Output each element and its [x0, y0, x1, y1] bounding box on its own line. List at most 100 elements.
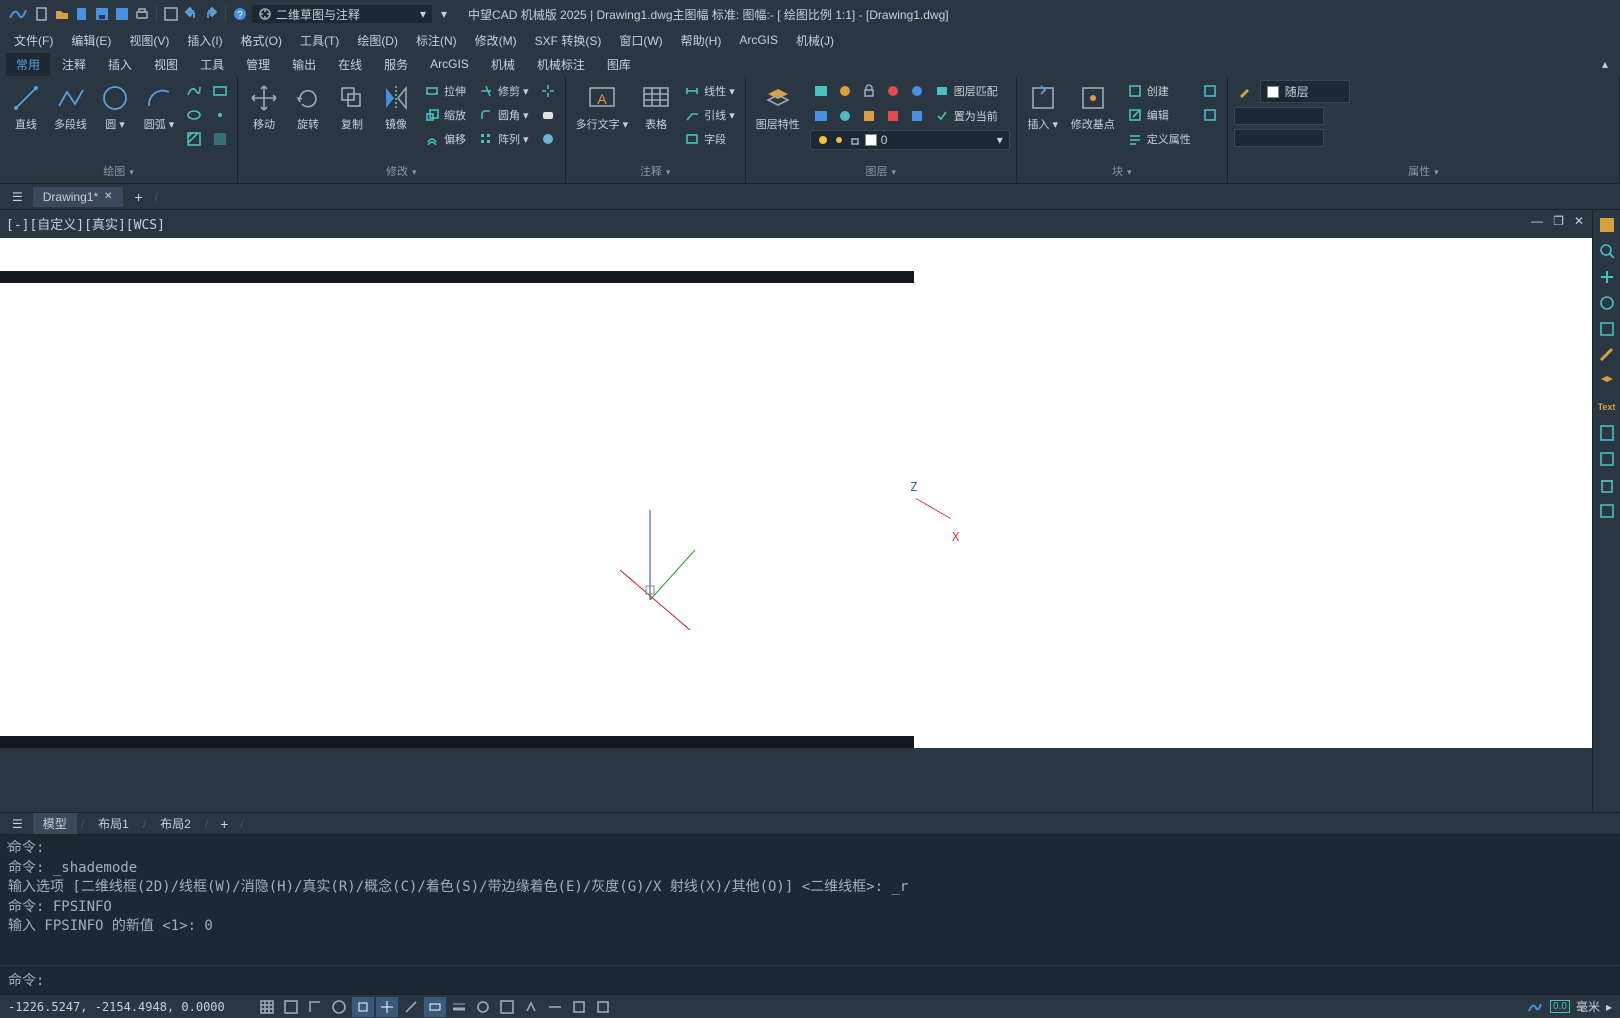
- btn-spline[interactable]: [183, 80, 205, 102]
- view-controls[interactable]: [-][自定义][真实][WCS]: [6, 214, 165, 233]
- redo-icon[interactable]: [203, 6, 219, 22]
- btn-circle[interactable]: 圆 ▾: [95, 80, 135, 134]
- drawing-canvas[interactable]: Z X: [0, 210, 1592, 812]
- doc-menu-icon[interactable]: ☰: [6, 188, 29, 206]
- btn-polyline[interactable]: 多段线: [50, 80, 91, 134]
- ribbon-tab-output[interactable]: 输出: [282, 53, 326, 76]
- panel-annotate-title[interactable]: 注释▾: [572, 161, 739, 181]
- status-coords[interactable]: -1226.5247, -2154.4948, 0.0000: [8, 1000, 248, 1014]
- color-combo[interactable]: 随层: [1260, 80, 1350, 103]
- menu-insert[interactable]: 插入(I): [179, 30, 230, 51]
- ribbon-tab-insert[interactable]: 插入: [98, 53, 142, 76]
- btn-field[interactable]: 字段: [680, 128, 739, 150]
- rp-sheet-icon[interactable]: [1596, 422, 1618, 444]
- ribbon-tab-mechdim[interactable]: 机械标注: [527, 53, 595, 76]
- layout-tab-2[interactable]: 布局2: [150, 813, 201, 834]
- btn-block-insert[interactable]: 插入 ▾: [1023, 80, 1063, 134]
- btn-block-edit[interactable]: 编辑: [1123, 104, 1195, 126]
- viewport-min-icon[interactable]: —: [1531, 214, 1543, 228]
- menu-mech[interactable]: 机械(J): [788, 30, 842, 51]
- layout-tab-model[interactable]: 模型: [33, 813, 77, 834]
- panel-properties-title[interactable]: 属性▾: [1234, 161, 1613, 181]
- btn-scale[interactable]: 缩放: [420, 104, 470, 126]
- btn-layer-props[interactable]: 图层特性: [752, 80, 804, 150]
- layer-i5-icon[interactable]: [906, 105, 928, 127]
- btn-offset[interactable]: 偏移: [420, 128, 470, 150]
- menu-view[interactable]: 视图(V): [121, 30, 177, 51]
- panel-modify-title[interactable]: 修改▾: [244, 161, 559, 181]
- sb-ducs-icon[interactable]: [400, 997, 422, 1017]
- command-input[interactable]: [50, 972, 1612, 988]
- sb-cycle-icon[interactable]: [472, 997, 494, 1017]
- btn-mtext[interactable]: A多行文字 ▾: [572, 80, 633, 134]
- status-units[interactable]: 毫米: [1576, 998, 1600, 1015]
- ribbon-tab-tools[interactable]: 工具: [190, 53, 234, 76]
- lineweight-combo[interactable]: [1234, 129, 1324, 147]
- rp-layers-icon[interactable]: [1596, 370, 1618, 392]
- rp-trash-icon[interactable]: [1596, 474, 1618, 496]
- menu-format[interactable]: 格式(O): [233, 30, 290, 51]
- layer-i1-icon[interactable]: [810, 105, 832, 127]
- block-extra1-icon[interactable]: [1199, 80, 1221, 102]
- print-icon[interactable]: [134, 6, 150, 22]
- layer-i2-icon[interactable]: [834, 105, 856, 127]
- sb-osnap-icon[interactable]: [352, 997, 374, 1017]
- btn-arc[interactable]: 圆弧 ▾: [139, 80, 179, 134]
- layer-off-icon[interactable]: [882, 80, 904, 102]
- sb-model-icon[interactable]: [496, 997, 518, 1017]
- btn-layer-match[interactable]: 图层匹配: [930, 80, 1002, 102]
- btn-ball[interactable]: [537, 128, 559, 150]
- cmd-close-icon[interactable]: ✕: [6, 837, 14, 853]
- open-icon[interactable]: [54, 6, 70, 22]
- btn-mirror[interactable]: 镜像: [376, 80, 416, 134]
- workspace-menu-icon[interactable]: ▾: [436, 6, 452, 22]
- sb-lwt-icon[interactable]: [448, 997, 470, 1017]
- linetype-combo[interactable]: [1234, 107, 1324, 125]
- sb-grid-icon[interactable]: [256, 997, 278, 1017]
- btn-region[interactable]: [209, 128, 231, 150]
- btn-explode[interactable]: [537, 80, 559, 102]
- btn-block-base[interactable]: 修改基点: [1067, 80, 1119, 134]
- layer-on-icon[interactable]: [906, 80, 928, 102]
- sb-ann1-icon[interactable]: [520, 997, 542, 1017]
- layer-i3-icon[interactable]: [858, 105, 880, 127]
- btn-erase[interactable]: [537, 104, 559, 126]
- help-icon[interactable]: ?: [232, 6, 248, 22]
- sb-polar-icon[interactable]: [328, 997, 350, 1017]
- btn-leader[interactable]: 引线 ▾: [680, 104, 739, 126]
- btn-stretch[interactable]: 拉伸: [420, 80, 470, 102]
- ribbon-tab-lib[interactable]: 图库: [597, 53, 641, 76]
- layer-lock-icon[interactable]: [858, 80, 880, 102]
- ribbon-tab-service[interactable]: 服务: [374, 53, 418, 76]
- menu-help[interactable]: 帮助(H): [673, 30, 730, 51]
- btn-table[interactable]: 表格: [636, 80, 676, 134]
- command-history[interactable]: 命令: 命令: _shademode 输入选项 [二维线框(2D)/线框(W)/…: [0, 835, 1620, 965]
- menu-file[interactable]: 文件(F): [6, 30, 61, 51]
- rp-palette-icon[interactable]: [1596, 214, 1618, 236]
- new-doc-icon[interactable]: [74, 6, 90, 22]
- menu-draw[interactable]: 绘图(D): [349, 30, 406, 51]
- rp-props-icon[interactable]: [1596, 500, 1618, 522]
- rp-search-icon[interactable]: [1596, 240, 1618, 262]
- add-tab-icon[interactable]: +: [127, 187, 151, 207]
- btn-rect[interactable]: [209, 80, 231, 102]
- btn-layer-current[interactable]: 置为当前: [930, 105, 1002, 127]
- layout-menu-icon[interactable]: ☰: [6, 815, 29, 833]
- btn-array[interactable]: 阵列 ▾: [474, 128, 533, 150]
- menu-arcgis[interactable]: ArcGIS: [731, 31, 786, 49]
- block-extra2-icon[interactable]: [1199, 104, 1221, 126]
- workspace-input[interactable]: [276, 7, 416, 21]
- ribbon-tab-mech[interactable]: 机械: [481, 53, 525, 76]
- ribbon-tab-manage[interactable]: 管理: [236, 53, 280, 76]
- ribbon-tab-online[interactable]: 在线: [328, 53, 372, 76]
- sb-logo-icon[interactable]: [1526, 998, 1544, 1016]
- panel-block-title[interactable]: 块▾: [1023, 161, 1221, 181]
- ribbon-tab-annotate[interactable]: 注释: [52, 53, 96, 76]
- rp-text-icon[interactable]: Text: [1596, 396, 1618, 418]
- sb-ann3-icon[interactable]: [568, 997, 590, 1017]
- btn-line[interactable]: 直线: [6, 80, 46, 134]
- workspace-selector[interactable]: ▾: [252, 5, 432, 23]
- btn-ellipse[interactable]: [183, 104, 205, 126]
- saveas-icon[interactable]: [114, 6, 130, 22]
- btn-move[interactable]: 移动: [244, 80, 284, 134]
